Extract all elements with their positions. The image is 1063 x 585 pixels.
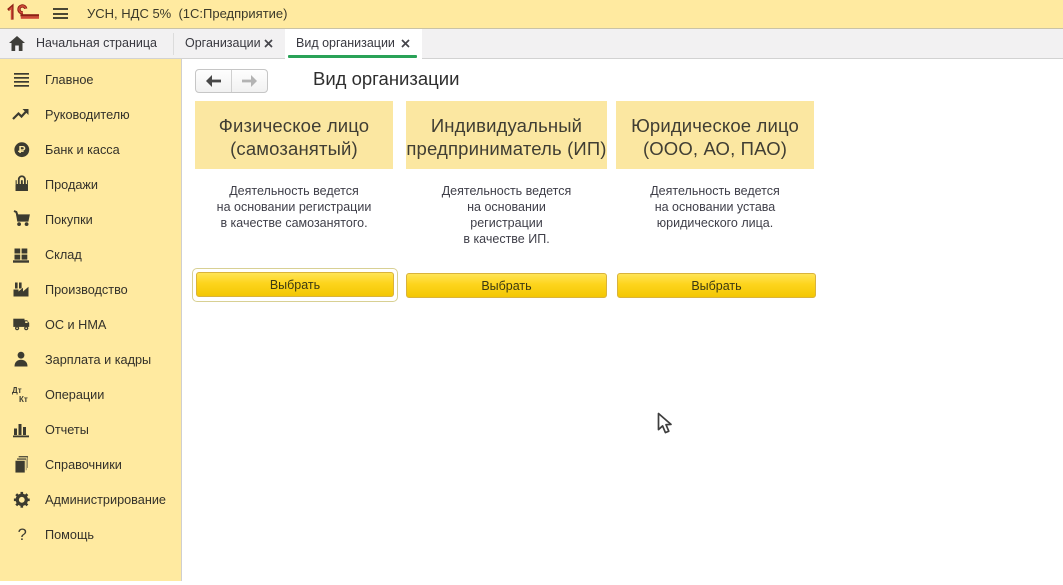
svg-text:?: ? xyxy=(18,526,27,544)
svg-text:Кт: Кт xyxy=(19,395,28,404)
svg-text:Р: Р xyxy=(19,144,26,156)
svg-text:Дт: Дт xyxy=(12,386,22,395)
